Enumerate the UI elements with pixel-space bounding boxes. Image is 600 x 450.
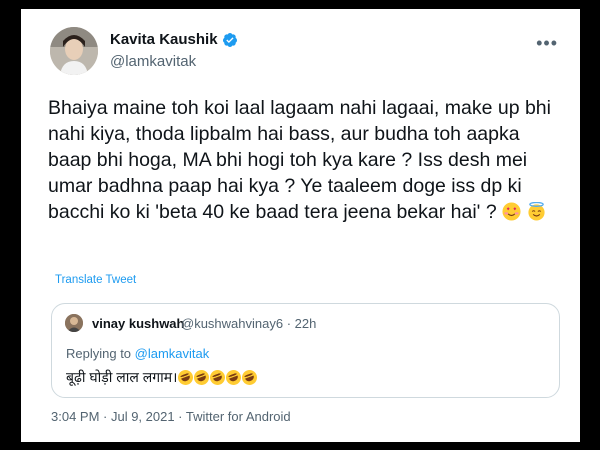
rolling-on-floor-laughing-icon	[192, 367, 212, 388]
quoted-text: बूढ़ी घोड़ी लाल लगाम।	[66, 369, 178, 385]
tweet-text: Bhaiya maine toh koi laal lagaam nahi la…	[48, 95, 564, 225]
smiling-face-with-heart-eyes-icon	[502, 202, 521, 221]
more-options-icon[interactable]: •••	[536, 33, 558, 54]
replying-to-mention[interactable]: @lamkavitak	[135, 346, 210, 361]
tweet-body: Bhaiya maine toh koi laal lagaam nahi la…	[48, 97, 551, 223]
quoted-author-handle-time: @kushwahvinay6 · 22h	[181, 316, 317, 331]
tweet-timestamp[interactable]: 3:04 PM · Jul 9, 2021 · Twitter for Andr…	[51, 409, 291, 424]
rolling-on-floor-laughing-icon	[176, 367, 196, 388]
quoted-tweet[interactable]: vinay kushwah @kushwahvinay6 · 22h Reply…	[51, 303, 560, 398]
author-name-text: Kavita Kaushik	[110, 31, 218, 48]
verified-badge-icon	[222, 32, 237, 47]
quoted-author-avatar[interactable]	[65, 314, 83, 332]
quoted-tweet-text: बूढ़ी घोड़ी लाल लगाम।	[66, 367, 260, 388]
tweet-card: Kavita Kaushik @lamkavitak ••• Bhaiya ma…	[21, 9, 580, 442]
author-avatar[interactable]	[50, 27, 98, 75]
smiling-face-with-halo-icon	[527, 201, 546, 221]
rolling-on-floor-laughing-icon	[224, 367, 244, 388]
author-handle[interactable]: @lamkavitak	[110, 53, 196, 70]
replying-prefix: Replying to	[66, 346, 135, 361]
author-name[interactable]: Kavita Kaushik	[110, 31, 238, 48]
rolling-on-floor-laughing-icon	[240, 367, 260, 388]
rolling-on-floor-laughing-icon	[208, 367, 228, 388]
quoted-author-name[interactable]: vinay kushwah	[92, 316, 184, 331]
replying-to-line: Replying to @lamkavitak	[66, 346, 209, 361]
translate-tweet-link[interactable]: Translate Tweet	[55, 274, 136, 286]
